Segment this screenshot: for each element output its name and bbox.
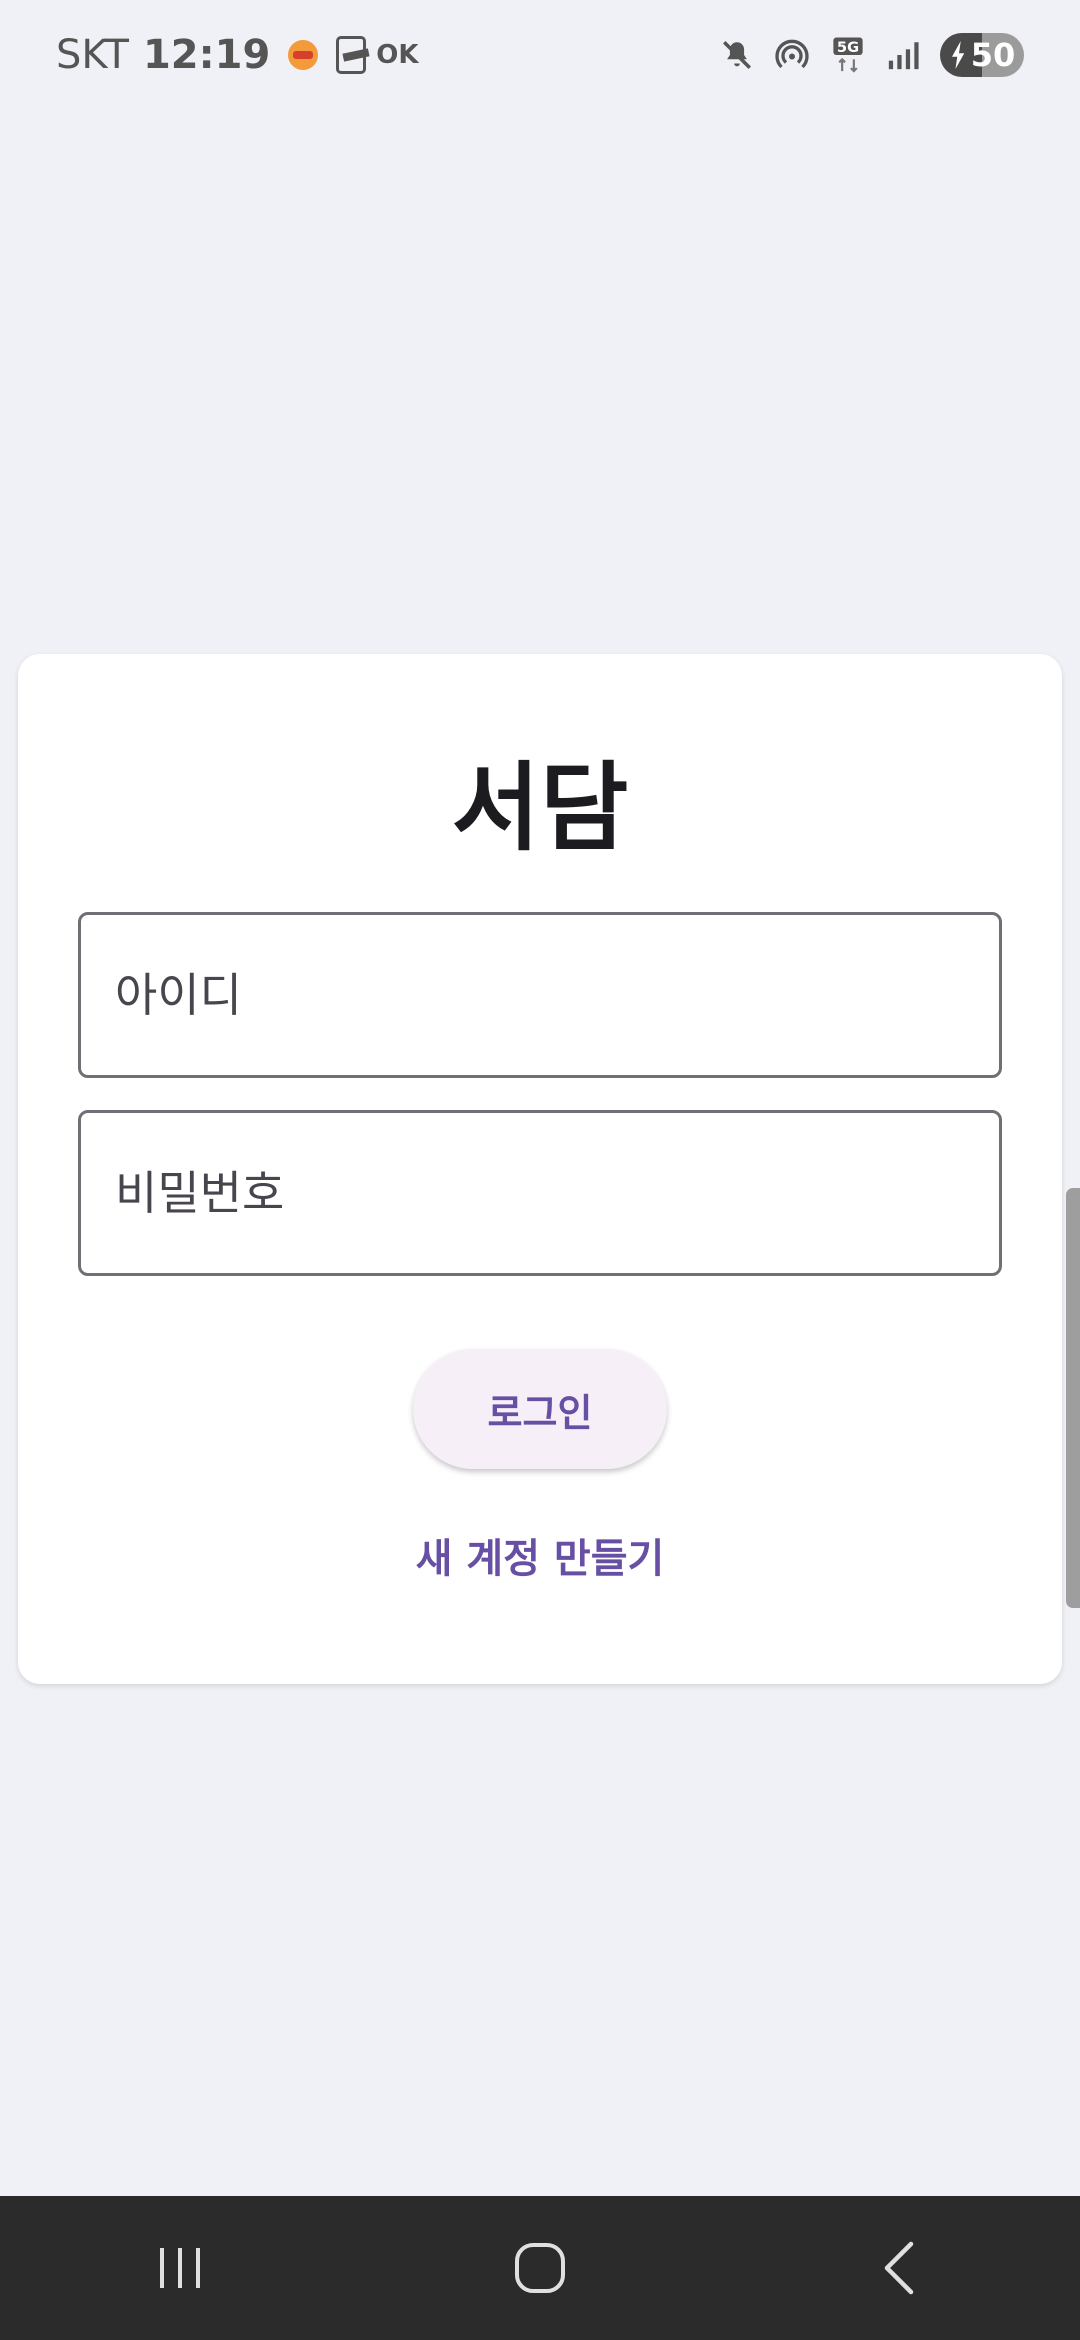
username-field[interactable] <box>78 912 1002 1078</box>
hotspot-icon <box>774 37 810 73</box>
password-input[interactable] <box>115 1166 999 1220</box>
recents-button[interactable] <box>120 2218 240 2318</box>
burger-king-icon <box>288 40 319 70</box>
signal-icon <box>886 38 920 72</box>
status-bar: SKT 12:19 OK 5G 50 <box>0 0 1080 110</box>
battery-charging-icon: 50 <box>940 33 1024 77</box>
home-button[interactable] <box>480 2218 600 2318</box>
recents-icon <box>160 2248 200 2288</box>
back-button[interactable] <box>840 2218 960 2318</box>
5g-icon: 5G <box>830 36 866 74</box>
5g-label: 5G <box>837 39 859 56</box>
ok-cashbag-icon: OK <box>376 40 419 70</box>
mute-icon <box>720 38 754 72</box>
status-bar-left: SKT 12:19 OK <box>56 32 419 78</box>
clock: 12:19 <box>142 32 271 78</box>
navigation-bar <box>0 2196 1080 2340</box>
back-icon <box>884 2241 914 2295</box>
home-icon <box>515 2243 565 2293</box>
carrier-label: SKT <box>56 32 129 78</box>
password-field[interactable] <box>78 1110 1002 1276</box>
battery-level: 50 <box>970 36 1016 74</box>
status-bar-right: 5G 50 <box>700 33 1024 77</box>
payco-icon <box>336 36 367 74</box>
scrollbar[interactable] <box>1066 1188 1080 1608</box>
app-title: 서담 <box>451 752 629 864</box>
login-button[interactable]: 로그인 <box>413 1349 667 1469</box>
username-input[interactable] <box>115 968 999 1022</box>
create-account-link[interactable]: 새 계정 만들기 <box>18 1526 1062 1584</box>
login-card: 서담 로그인 새 계정 만들기 <box>18 654 1062 1684</box>
login-screen: SKT 12:19 OK 5G 50 서담 아이디 로그인 새 계정 만들기 <box>0 0 1080 2340</box>
